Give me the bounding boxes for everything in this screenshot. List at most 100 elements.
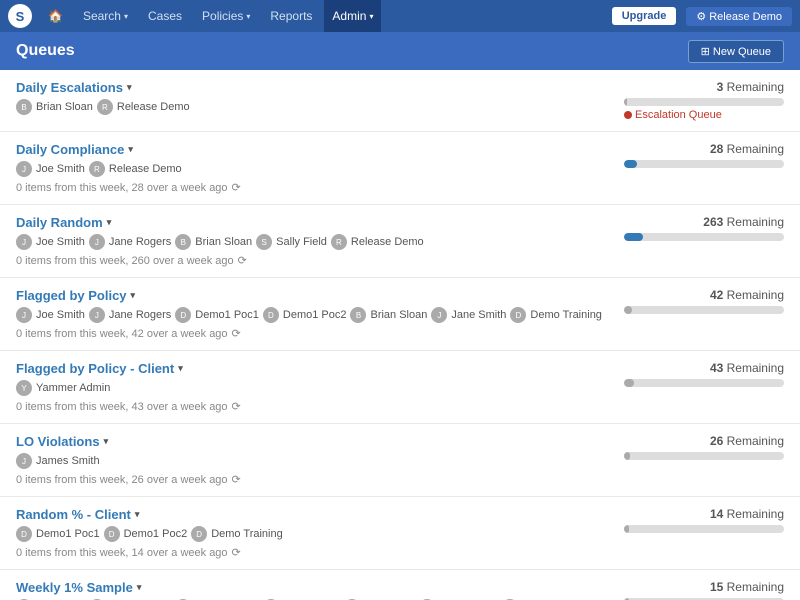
release-demo-button[interactable]: ⚙ Release Demo [686,7,792,26]
user-avatar: J [89,234,105,250]
queue-left: Daily Random ▾ J Joe Smith J Jane Rogers… [16,215,616,267]
queue-row: Flagged by Policy - Client ▾ Y Yammer Ad… [0,351,800,424]
upgrade-button[interactable]: Upgrade [612,7,677,25]
escalation-label: Escalation Queue [635,109,722,121]
queue-caret-icon: ▾ [128,144,133,155]
queue-remaining-label: 26 Remaining [624,434,784,448]
queues-list: Daily Escalations ▾ B Brian Sloan R Rele… [0,70,800,600]
queue-caret-icon: ▾ [178,363,183,374]
user-avatar: J [89,307,105,323]
user-name: Release Demo [117,101,190,113]
remaining-count: 15 [710,580,723,594]
page-title: Queues [16,42,75,60]
queue-left: Flagged by Policy ▾ J Joe Smith J Jane R… [16,288,616,340]
user-name: Brian Sloan [370,309,427,321]
queue-users: J James Smith [16,453,616,469]
queue-stats: 0 items from this week, 43 over a week a… [16,400,616,413]
user-name: Joe Smith [36,236,85,248]
user-name: Release Demo [351,236,424,248]
queue-stats: 0 items from this week, 42 over a week a… [16,327,616,340]
progress-bar-fill [624,452,630,460]
queue-name[interactable]: Weekly 1% Sample ▾ [16,580,616,595]
refresh-icon[interactable]: ⟳ [238,254,247,267]
queue-right: 3 Remaining Escalation Queue [624,80,784,121]
user-avatar: Y [16,380,32,396]
new-queue-button[interactable]: ⊞ New Queue [688,40,784,63]
user-avatar: D [263,307,279,323]
nav-policies[interactable]: Policies ▾ [194,0,258,32]
queue-name[interactable]: Daily Random ▾ [16,215,616,230]
queue-right: 28 Remaining [624,142,784,171]
queue-caret-icon: ▾ [104,436,109,447]
queue-remaining-label: 15 Remaining [624,580,784,594]
nav-policies-label: Policies [202,9,243,23]
user-name: Jane Smith [451,309,506,321]
remaining-count: 28 [710,142,723,156]
queue-right: 43 Remaining [624,361,784,390]
queue-right: 263 Remaining [624,215,784,244]
queue-right: 15 Remaining [624,580,784,600]
queue-stats: 0 items from this week, 28 over a week a… [16,181,616,194]
queue-name[interactable]: Daily Escalations ▾ [16,80,616,95]
queue-name[interactable]: Daily Compliance ▾ [16,142,616,157]
refresh-icon[interactable]: ⟳ [232,400,241,413]
user-name: Demo1 Poc1 [195,309,259,321]
nav-home[interactable]: 🏠 [40,0,71,32]
nav-reports-label: Reports [270,9,312,23]
user-avatar: R [89,161,105,177]
queue-name[interactable]: Flagged by Policy ▾ [16,288,616,303]
user-avatar: R [97,99,113,115]
progress-bar-fill [624,98,627,106]
queue-stats: 0 items from this week, 26 over a week a… [16,473,616,486]
policies-caret-icon: ▾ [246,12,250,21]
remaining-count: 26 [710,434,723,448]
queue-remaining-label: 14 Remaining [624,507,784,521]
queue-remaining-label: 3 Remaining [624,80,784,94]
queue-caret-icon: ▾ [107,217,112,228]
user-name: Brian Sloan [195,236,252,248]
queue-left: Flagged by Policy - Client ▾ Y Yammer Ad… [16,361,616,413]
remaining-count: 14 [710,507,723,521]
progress-bar [624,233,784,241]
red-dot-icon [624,111,632,119]
queue-remaining-label: 42 Remaining [624,288,784,302]
progress-bar-fill [624,306,632,314]
user-name: Sally Field [276,236,327,248]
user-name: Demo1 Poc1 [36,528,100,540]
user-name: Joe Smith [36,309,85,321]
user-avatar: B [175,234,191,250]
queue-row: Random % - Client ▾ D Demo1 Poc1 D Demo1… [0,497,800,570]
queue-remaining-label: 43 Remaining [624,361,784,375]
refresh-icon[interactable]: ⟳ [232,546,241,559]
user-avatar: J [16,161,32,177]
nav-reports[interactable]: Reports [262,0,320,32]
user-avatar: D [191,526,207,542]
user-avatar: B [16,99,32,115]
refresh-icon[interactable]: ⟳ [232,473,241,486]
queue-stats: 0 items from this week, 14 over a week a… [16,546,616,559]
nav-cases[interactable]: Cases [140,0,190,32]
queue-right: 42 Remaining [624,288,784,317]
queue-users: J Joe Smith J Jane Rogers B Brian Sloan … [16,234,616,250]
user-avatar: J [16,307,32,323]
remaining-count: 3 [717,80,724,94]
queue-name[interactable]: LO Violations ▾ [16,434,616,449]
nav-admin[interactable]: Admin ▾ [324,0,381,32]
refresh-icon[interactable]: ⟳ [232,327,241,340]
progress-bar-fill [624,233,643,241]
user-name: Release Demo [109,163,182,175]
refresh-icon[interactable]: ⟳ [232,181,241,194]
user-avatar: D [175,307,191,323]
navbar: S 🏠 Search ▾ Cases Policies ▾ Reports Ad… [0,0,800,32]
queue-name[interactable]: Random % - Client ▾ [16,507,616,522]
queue-left: Daily Compliance ▾ J Joe Smith R Release… [16,142,616,194]
queue-stats: 0 items from this week, 260 over a week … [16,254,616,267]
search-caret-icon: ▾ [124,12,128,21]
queue-users: Y Yammer Admin [16,380,616,396]
nav-search[interactable]: Search ▾ [75,0,136,32]
progress-bar-fill [624,525,629,533]
queue-name[interactable]: Flagged by Policy - Client ▾ [16,361,616,376]
app-logo[interactable]: S [8,4,32,28]
queue-caret-icon: ▾ [135,509,140,520]
nav-cases-label: Cases [148,9,182,23]
